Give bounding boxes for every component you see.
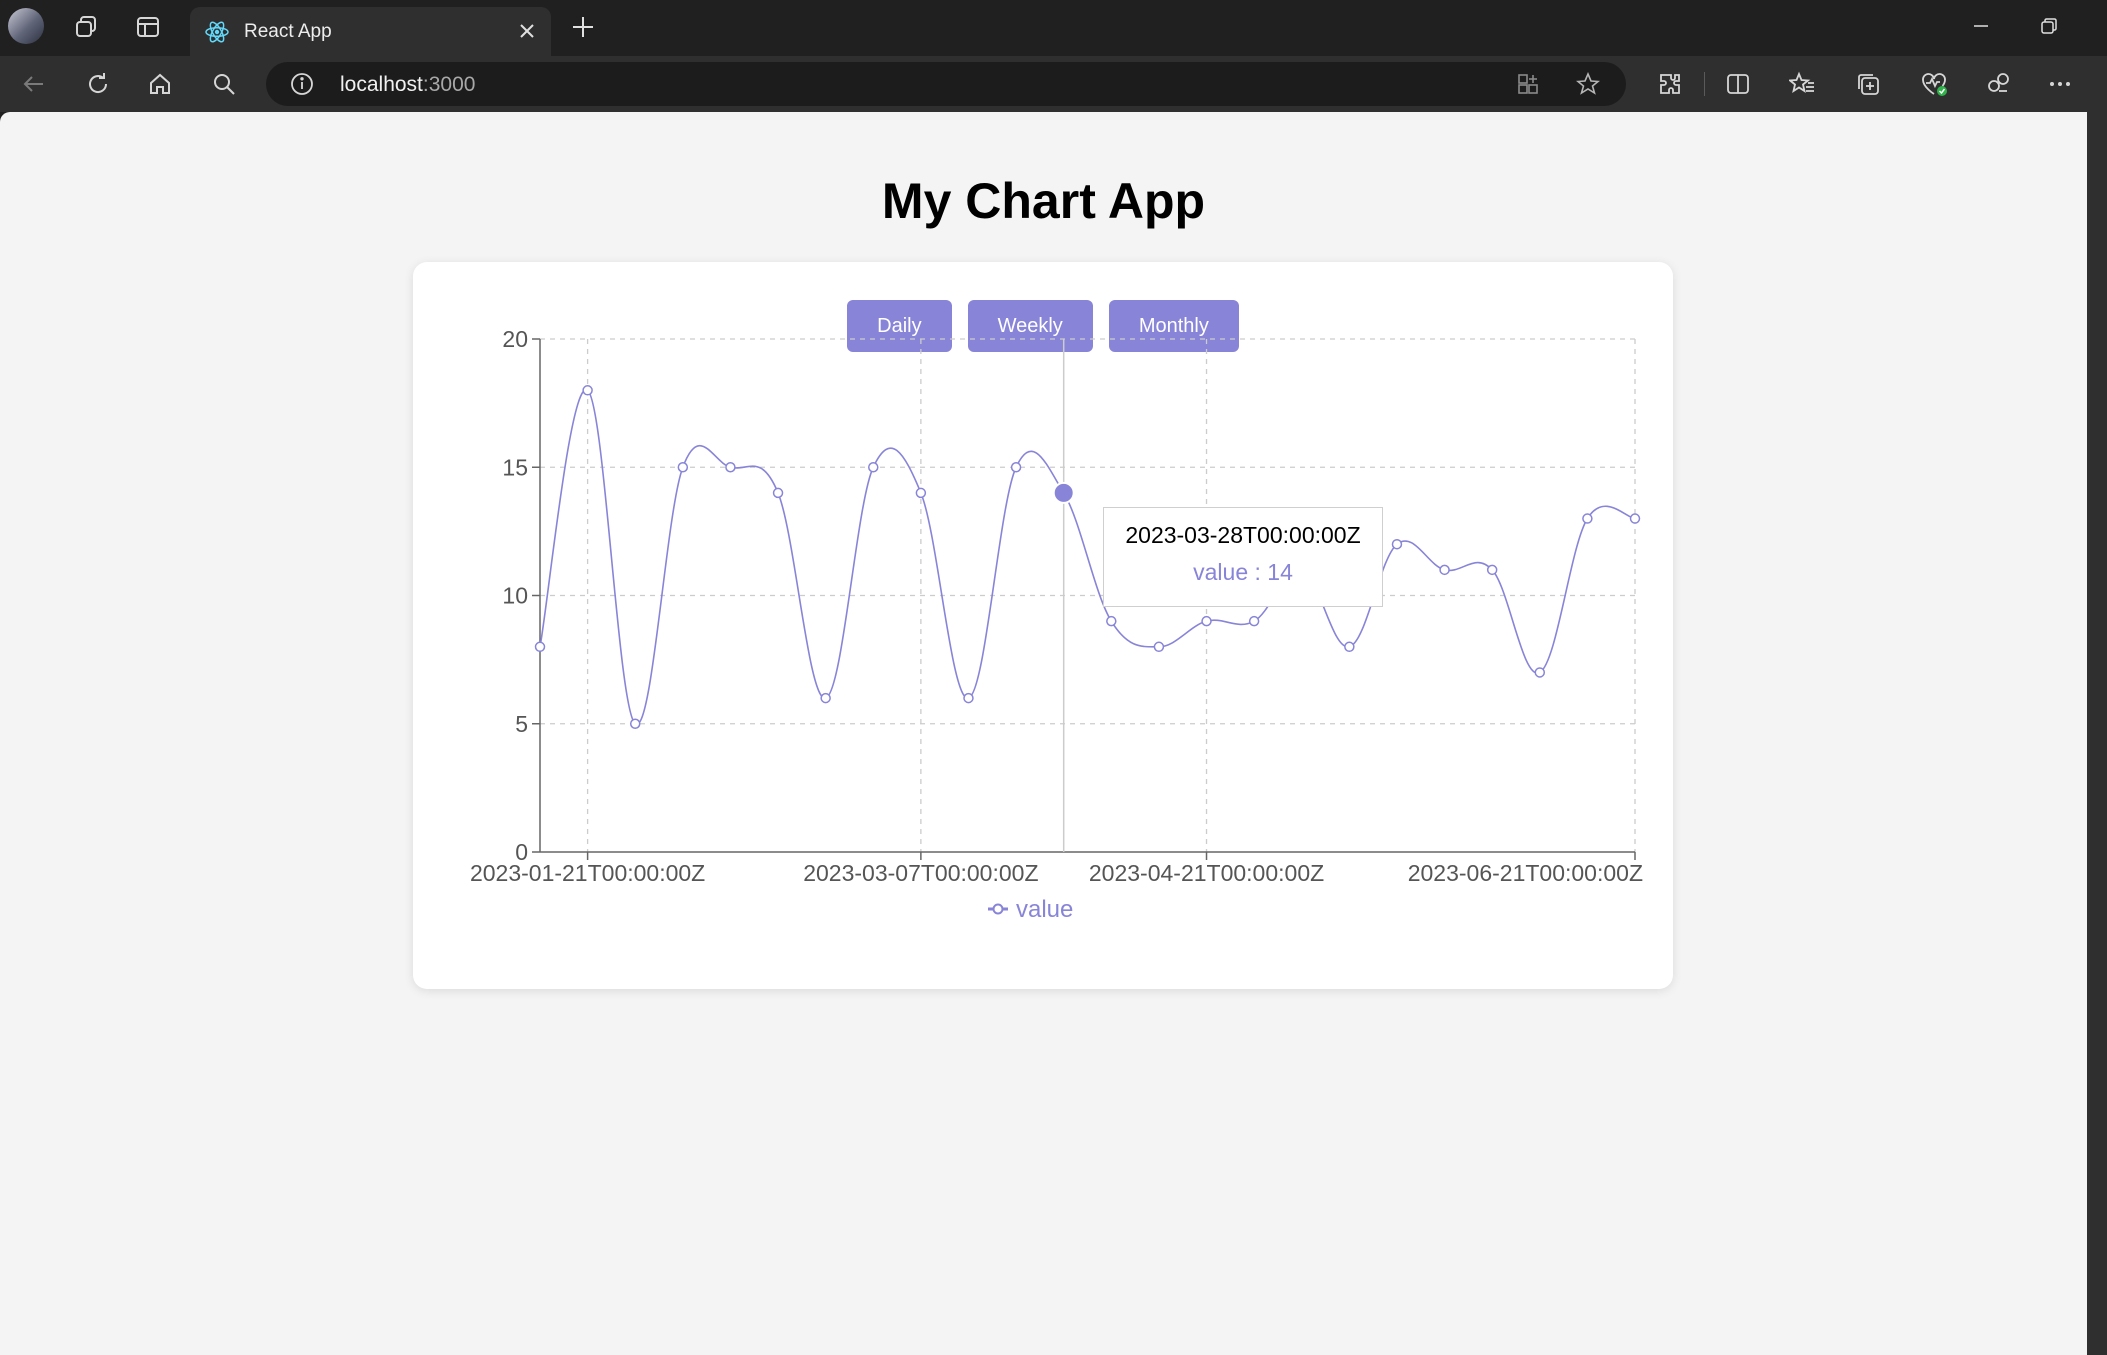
- legend-marker: [992, 903, 1004, 915]
- tab-react-app[interactable]: React App: [190, 7, 551, 56]
- restore-icon[interactable]: [2032, 12, 2066, 40]
- data-point: [772, 487, 784, 499]
- y-tick-label: 10: [502, 583, 528, 609]
- minimize-icon[interactable]: [1964, 12, 1998, 40]
- data-point: [1153, 641, 1165, 653]
- extensions-icon[interactable]: [1652, 66, 1688, 102]
- data-point: [1106, 615, 1117, 627]
- chart-tooltip: 2023-03-28T00:00:00Z value : 14: [1103, 507, 1383, 607]
- tab-title: React App: [244, 21, 332, 42]
- data-point: [963, 692, 974, 704]
- x-tick-label: 2023-04-21T00:00:00Z: [1089, 860, 1324, 886]
- tooltip-label: 2023-03-28T00:00:00Z: [1125, 522, 1361, 548]
- chart-card: Daily Weekly Monthly 0 5 10 15 20 2023-01-21T…: [413, 262, 1673, 989]
- refresh-icon[interactable]: [80, 66, 116, 102]
- workspaces-icon[interactable]: [68, 10, 104, 44]
- info-icon[interactable]: [288, 70, 316, 98]
- legend-label: value: [1016, 896, 1073, 923]
- data-point: [1486, 564, 1498, 576]
- data-point: [1534, 667, 1546, 678]
- page-viewport: My Chart App Daily Weekly Monthly 0 5 10 15…: [0, 112, 2087, 1355]
- data-point: [1439, 564, 1450, 576]
- browser-titlebar: React App: [0, 0, 2107, 56]
- favorites-icon[interactable]: [1784, 66, 1820, 102]
- y-tick-label: 5: [515, 711, 528, 737]
- data-point: [1010, 462, 1022, 473]
- x-tick-label: 2023-01-21T00:00:00Z: [470, 860, 705, 886]
- x-tick-label: 2023-06-21T00:00:00Z: [1408, 860, 1643, 886]
- new-tab-icon[interactable]: [566, 10, 600, 44]
- data-point: [725, 462, 736, 473]
- search-icon[interactable]: [206, 66, 242, 102]
- close-icon[interactable]: [513, 17, 541, 45]
- home-icon[interactable]: [142, 66, 178, 102]
- line-chart[interactable]: 051015202023-01-21T00:00:00Z 2023-03-07T0…: [413, 262, 1673, 989]
- react-icon: [204, 19, 230, 45]
- more-menu-icon[interactable]: [2042, 66, 2078, 102]
- data-point: [1248, 615, 1260, 627]
- data-point: [534, 641, 546, 653]
- collections-icon[interactable]: [1850, 66, 1886, 102]
- data-point: [1582, 513, 1593, 524]
- y-tick-label: 20: [502, 326, 528, 352]
- y-tick-label: 15: [502, 454, 528, 480]
- copilot-icon[interactable]: [1980, 66, 2016, 102]
- profile-avatar[interactable]: [8, 8, 44, 44]
- x-tick-label: 2023-03-07T00:00:00Z: [803, 860, 1038, 886]
- data-point: [915, 487, 927, 499]
- app-available-icon[interactable]: [1514, 70, 1542, 98]
- active-data-point: [1052, 481, 1075, 504]
- url-text[interactable]: localhost:3000: [340, 73, 475, 97]
- data-point: [582, 385, 593, 396]
- address-bar[interactable]: localhost:3000: [266, 62, 1626, 106]
- tooltip-value: value : 14: [1193, 559, 1293, 585]
- back-icon[interactable]: [16, 66, 52, 102]
- data-point: [820, 692, 831, 704]
- browser-toolbar: localhost:3000: [0, 56, 2107, 112]
- tab-actions-icon[interactable]: [130, 10, 166, 44]
- page-scrollbar[interactable]: [2087, 112, 2107, 1355]
- data-point: [629, 718, 641, 729]
- page-title: My Chart App: [881, 173, 1206, 229]
- series-line-value: [539, 389, 1636, 725]
- data-point: [1391, 538, 1403, 550]
- data-point: [868, 462, 879, 473]
- data-point: [677, 462, 689, 473]
- split-screen-icon[interactable]: [1720, 66, 1756, 102]
- favorite-star-icon[interactable]: [1574, 70, 1602, 98]
- data-point: [1629, 513, 1641, 524]
- browser-essentials-icon[interactable]: [1916, 66, 1952, 102]
- data-point: [1344, 641, 1355, 653]
- data-point: [1201, 615, 1212, 627]
- toolbar-divider: [1704, 72, 1705, 96]
